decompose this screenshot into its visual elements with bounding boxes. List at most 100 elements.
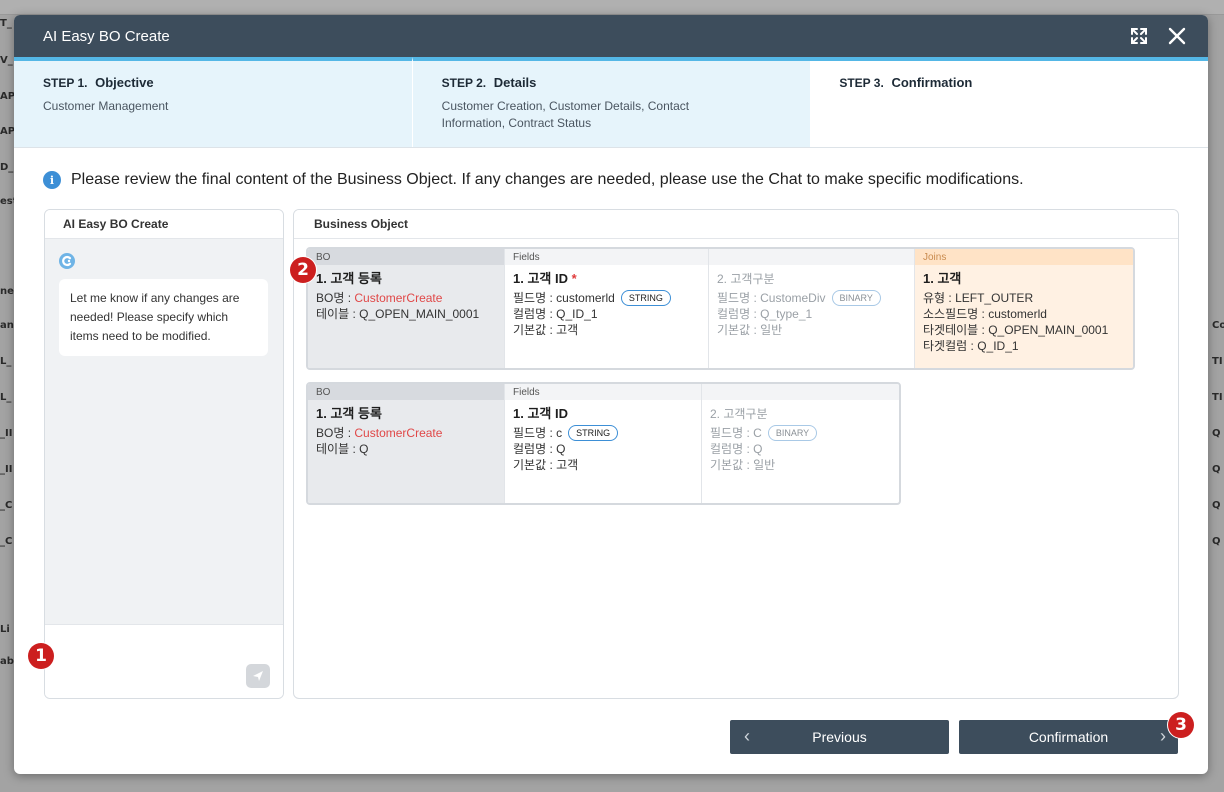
join-type: 유형 : LEFT_OUTER [923,290,1125,306]
background-left-column: T_ V_ AP AP D_ est ne an L_ L_ _II _II _… [0,0,18,792]
bo-name: BO명 : CustomerCreate [316,425,496,441]
joins-column[interactable]: Joins 1. 고객 유형 : LEFT_OUTER 소스필드명 : cust… [915,249,1133,368]
default-value-text: 일반 [753,458,776,472]
step-details[interactable]: STEP 2. Details Customer Creation, Custo… [411,57,811,147]
chevron-right-icon: › [1160,726,1166,746]
column-name: 컬럼명 : Q_ID_1 [513,306,700,322]
bo-table-label: 테이블 : [316,442,356,456]
expand-icon[interactable] [1128,25,1150,47]
bg-label: an [0,320,14,331]
field-info: 1. 고객 ID * 필드명 : customerld STRING 컬럼명 : … [505,265,708,344]
field-name-label: 필드명 : [717,291,757,305]
column-name-label: 컬럼명 : [513,307,553,321]
annotation-badge-2: 2 [290,257,316,283]
bot-avatar-icon [59,253,75,269]
step-label: Confirmation [891,75,973,90]
column-name: 컬럼명 : Q [513,441,693,457]
bg-label: TI [1212,356,1223,367]
step-number: STEP 1. [43,76,88,90]
field-title: 1. 고객 ID * [513,271,700,287]
bo-card[interactable]: BO 1. 고객 등록 BO명 : CustomerCreate 테이블 : Q… [306,382,901,505]
bo-name-label: BO명 : [316,426,352,440]
previous-button-label: Previous [812,729,867,745]
confirmation-button-label: Confirmation [1028,729,1109,745]
step-number: STEP 2. [441,76,487,90]
modal-title: AI Easy BO Create [43,27,170,45]
type-badge: BINARY [767,425,818,441]
bo-info: 1. 고객 등록 BO명 : CustomerCreate 테이블 : Q_OP… [308,265,504,328]
background-right-column: Co TI TI Q Q Q Q [1210,0,1224,792]
field-column[interactable]: Fields 1. 고객 ID * 필드명 : customerld STRING… [505,249,709,368]
join-type-label: 유형 : [923,291,952,305]
bg-label: Q [1212,464,1221,475]
bo-column: BO 1. 고객 등록 BO명 : CustomerCreate 테이블 : Q… [308,249,505,368]
step-title: STEP 1. Objective [43,75,412,90]
column-name-label: 컬럼명 : [710,442,750,456]
bo-name: BO명 : CustomerCreate [316,290,496,306]
field-name-value: customerld [556,291,615,305]
default-value-text: 고객 [556,458,579,472]
bo-table-value: Q_OPEN_MAIN_0001 [359,307,480,321]
field-title: 2. 고객구분 [710,407,768,421]
column-header [709,249,914,265]
column-header: Fields [505,384,701,400]
column-name: 컬럼명 : Q [710,441,891,457]
chat-panel: AI Easy BO Create Let me know if any cha… [44,209,284,699]
bo-title: 1. 고객 등록 [316,271,382,286]
confirmation-button[interactable]: Confirmation › [959,720,1178,754]
bg-label: T_ [0,18,12,29]
default-value: 기본값 : 일반 [717,322,906,338]
field-name-label: 필드명 : [513,426,553,440]
header-actions [1128,25,1188,47]
bg-label: Q [1212,428,1221,439]
chat-input[interactable] [45,624,283,698]
column-name-value: Q [556,442,566,456]
step-label: Details [493,75,537,90]
default-value-label: 기본값 : [513,458,553,472]
bo-name-label: BO명 : [316,291,352,305]
column-name-value: Q [753,442,763,456]
field-info: 1. 고객 ID 필드명 : c STRING 컬럼명 : Q 기본값 : 고객 [505,400,701,479]
field-name: 필드명 : CustomeDiv BINARY [717,290,906,306]
join-source-label: 소스필드명 : [923,307,985,321]
annotation-badge-3: 3 [1168,712,1194,738]
type-badge: BINARY [831,290,881,306]
business-object-title: Business Object [294,210,1178,239]
field-name-label: 필드명 : [513,291,553,305]
previous-button[interactable]: ‹ Previous [730,720,949,754]
field-info: 2. 고객구분 필드명 : C BINARY 컬럼명 : Q 기본값 : 일반 [702,400,899,479]
join-info: 1. 고객 유형 : LEFT_OUTER 소스필드명 : customerld… [915,265,1133,360]
close-icon[interactable] [1166,25,1188,47]
column-name-value: Q_type_1 [760,307,813,321]
default-value-label: 기본값 : [513,323,553,337]
default-value-text: 일반 [760,323,783,337]
step-confirmation[interactable]: STEP 3. Confirmation [810,57,1208,147]
type-badge: STRING [568,425,619,441]
bg-label: _II [0,464,13,475]
send-button[interactable] [246,664,270,688]
step-title: STEP 2. Details [442,75,811,90]
bo-name-value: CustomerCreate [354,426,443,440]
step-objective[interactable]: STEP 1. Objective Customer Management [14,57,412,147]
step-title: STEP 3. Confirmation [839,75,1208,90]
bg-label: Q [1212,500,1221,511]
bo-column: BO 1. 고객 등록 BO명 : CustomerCreate 테이블 : Q [308,384,505,503]
join-target-table-label: 타겟테이블 : [923,323,985,337]
field-name-label: 필드명 : [710,426,750,440]
bo-table-value: Q [359,442,369,456]
chat-messages[interactable]: Let me know if any changes are needed! P… [45,239,283,626]
bo-name-value: CustomerCreate [354,291,443,305]
field-column[interactable]: 2. 고객구분 필드명 : CustomeDiv BINARY 컬럼명 : Q_t… [709,249,915,368]
field-column[interactable]: 2. 고객구분 필드명 : C BINARY 컬럼명 : Q 기본값 : 일반 [702,384,899,503]
field-column[interactable]: Fields 1. 고객 ID 필드명 : c STRING 컬럼명 : Q 기본… [505,384,702,503]
bg-label: ab [0,656,14,667]
bo-table: 테이블 : Q [316,441,496,457]
stepper: STEP 1. Objective Customer Management ST… [14,57,1208,148]
field-info: 2. 고객구분 필드명 : CustomeDiv BINARY 컬럼명 : Q_t… [709,265,914,344]
type-badge: STRING [620,290,671,306]
bo-info: 1. 고객 등록 BO명 : CustomerCreate 테이블 : Q [308,400,504,463]
bo-card[interactable]: BO 1. 고객 등록 BO명 : CustomerCreate 테이블 : Q… [306,247,1135,370]
bg-label: Q [1212,536,1221,547]
bo-table-label: 테이블 : [316,307,356,321]
bot-message: Let me know if any changes are needed! P… [59,279,268,356]
